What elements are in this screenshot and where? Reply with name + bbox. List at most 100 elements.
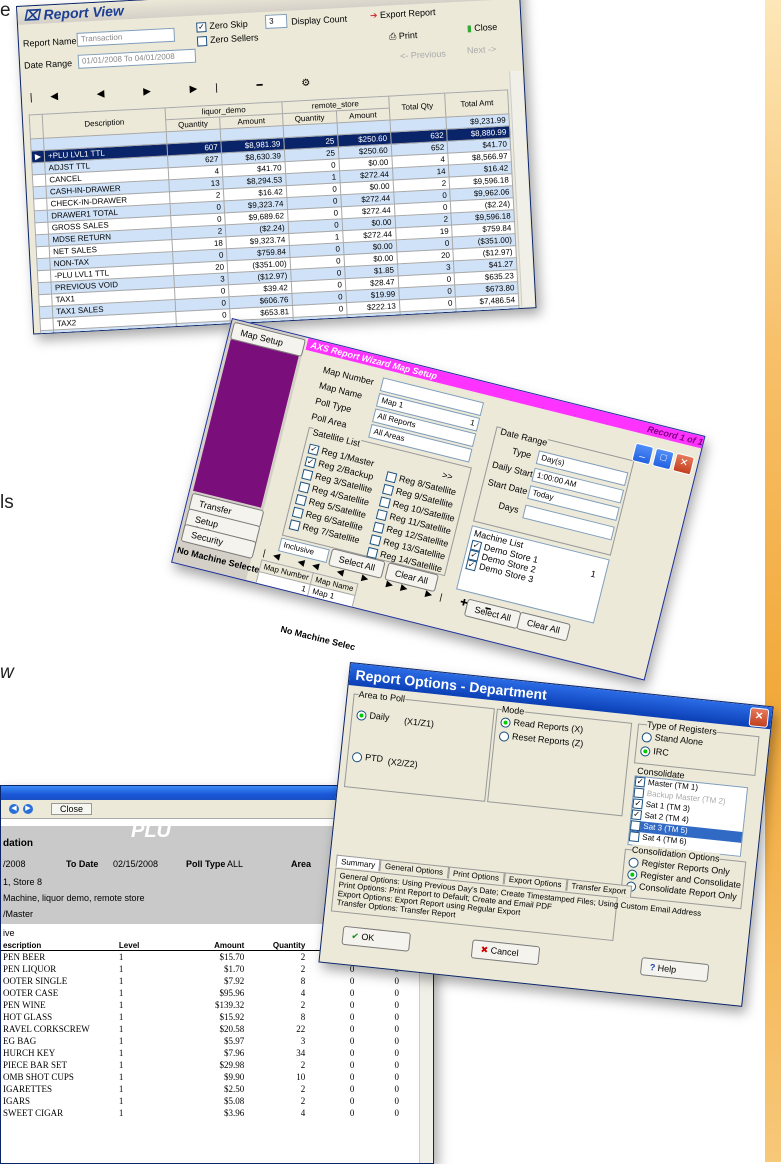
report-grid: Description liquor_demo remote_store Tot…: [28, 89, 521, 335]
row-indicator[interactable]: [30, 138, 45, 151]
next-page-icon[interactable]: ▶: [23, 804, 33, 814]
row-indicator[interactable]: [33, 198, 48, 211]
next-button[interactable]: Next ->: [467, 44, 497, 56]
export-report-button[interactable]: ➔ Export Report: [370, 7, 436, 21]
row-indicator[interactable]: [39, 317, 54, 331]
table-cell: 2: [300, 952, 306, 962]
table-cell: 1: [118, 1084, 124, 1094]
decorative-sidebar: [765, 0, 781, 1162]
table-row[interactable]: OMB SHOT CUPS 1 $9.90 10 0 0: [1, 1071, 401, 1083]
table-row[interactable]: IGARS 1 $5.08 2 0 0: [1, 1095, 401, 1107]
poll-type: ALL: [227, 859, 244, 869]
help-button[interactable]: ? Help: [639, 957, 710, 983]
row-indicator[interactable]: [32, 186, 47, 199]
table-cell: 4: [300, 1108, 306, 1118]
table-cell: 1: [118, 1048, 124, 1058]
report-name-field[interactable]: Transaction: [76, 27, 176, 47]
table-cell: PEN LIQUOR: [3, 964, 57, 974]
table-row[interactable]: PEN WINE 1 $139.32 2 0 0: [1, 999, 401, 1011]
table-cell: 0: [349, 1024, 355, 1034]
irc-radio[interactable]: IRC: [639, 745, 669, 759]
area-to-poll-group: Area to Poll Daily (X1/Z1) PTD (X2/Z2): [343, 689, 495, 802]
minimize-button[interactable]: _: [631, 442, 655, 466]
table-cell: 0: [394, 1012, 400, 1022]
help-label: Help: [657, 962, 677, 975]
consolidate-list[interactable]: ✓ Master (TM 1) Backup Master (TM 2) ✓ Sat 1…: [627, 775, 749, 857]
table-row[interactable]: OOTER SINGLE 1 $7.92 8 0 0: [1, 975, 401, 987]
table-row[interactable]: PIECE BAR SET 1 $29.98 2 0 0: [1, 1059, 401, 1071]
table-cell: $20.58: [219, 1024, 245, 1034]
close-dialog-button[interactable]: ✕: [748, 707, 770, 728]
table-cell: 1: [118, 1000, 124, 1010]
table-row[interactable]: IGARETTES 1 $2.50 2 0 0: [1, 1083, 401, 1095]
table-cell: 10: [296, 1072, 306, 1082]
ptd-radio[interactable]: PTD: [351, 751, 384, 765]
row-indicator[interactable]: [36, 246, 50, 259]
row-indicator[interactable]: [35, 234, 50, 247]
checkbox-box: ✓: [304, 455, 317, 468]
column-header: escription: [1, 941, 117, 951]
table-row[interactable]: SWEET CIGAR 1 $3.96 4 0 0: [1, 1107, 401, 1119]
maximize-button[interactable]: □: [651, 447, 675, 471]
table-row[interactable]: EG BAG 1 $5.97 3 0 0: [1, 1035, 401, 1047]
column-header: Level: [116, 941, 177, 951]
checkbox-box: ✓: [629, 820, 641, 832]
row-indicator[interactable]: ▶: [31, 150, 45, 163]
zero-sellers-checkbox[interactable]: Zero Sellers: [196, 32, 259, 47]
date-range-field[interactable]: 01/01/2008 To 04/01/2008: [77, 48, 197, 69]
table-row[interactable]: HURCH KEY 1 $7.96 34 0 0: [1, 1047, 401, 1059]
table-row[interactable]: RAVEL CORKSCREW 1 $20.58 22 0 0: [1, 1023, 401, 1035]
table-cell: 8: [300, 1012, 306, 1022]
table-cell: 0: [349, 1084, 355, 1094]
print-button[interactable]: ⎙ Print: [389, 30, 418, 42]
row-indicator[interactable]: [38, 294, 53, 307]
row-indicator[interactable]: [37, 270, 52, 283]
close-window-button[interactable]: ✕: [672, 452, 696, 476]
grid-cell: 0: [176, 320, 232, 335]
row-indicator[interactable]: [32, 174, 47, 187]
cancel-button[interactable]: ✖ Cancel: [470, 939, 541, 966]
table-cell: 2: [300, 1000, 306, 1010]
row-indicator[interactable]: [39, 306, 54, 319]
to-date-label: To Date: [66, 859, 99, 869]
close-button[interactable]: Close: [51, 803, 93, 815]
row-indicator[interactable]: [34, 222, 49, 235]
row-indicator[interactable]: [40, 329, 55, 335]
app-icon: ⌧: [23, 6, 44, 24]
table-cell: PEN BEER: [3, 952, 46, 962]
checkbox-box: [298, 481, 311, 494]
more-button[interactable]: >>: [441, 470, 454, 482]
table-cell: 8: [300, 976, 306, 986]
checkbox-box: [295, 493, 308, 506]
previous-page-icon[interactable]: ◀: [9, 804, 19, 814]
checkbox-box: ✓: [631, 809, 643, 821]
table-cell: $3.96: [224, 1108, 245, 1118]
table-row[interactable]: HOT GLASS 1 $15.92 8 0 0: [1, 1011, 401, 1023]
type-label: Type: [511, 445, 533, 461]
table-cell: 22: [296, 1024, 306, 1034]
display-count-label: Display Count: [290, 13, 348, 27]
ok-button[interactable]: ✔ OK: [341, 925, 412, 952]
close-button[interactable]: ▮ Close: [467, 22, 498, 35]
ok-label: OK: [360, 931, 375, 944]
row-indicator[interactable]: [36, 258, 51, 271]
master-line: /Master: [3, 909, 34, 919]
to-date: 02/15/2008: [113, 859, 159, 869]
row-indicator[interactable]: [38, 282, 52, 295]
table-cell: OMB SHOT CUPS: [3, 1072, 74, 1082]
daily-radio[interactable]: Daily: [356, 709, 390, 723]
row-indicator[interactable]: [34, 210, 49, 223]
table-cell: $1.70: [224, 964, 245, 974]
consolidation-options-group: Consolidation Options Register Reports O…: [619, 844, 747, 910]
table-row[interactable]: OOTER CASE 1 $95.96 4 0 0: [1, 987, 401, 999]
navigation-bar[interactable]: |◀ ◀ ▶ ▶| ━ ⚙: [30, 77, 329, 104]
zero-skip-checkbox[interactable]: ✓ Zero Skip: [196, 19, 248, 33]
table-cell: 1: [118, 1108, 124, 1118]
checkbox-box: [372, 521, 385, 534]
previous-button[interactable]: <- Previous: [400, 49, 446, 61]
machines-line: Machine, liquor demo, remote store: [3, 893, 145, 903]
export-icon: ➔: [369, 9, 381, 21]
display-count-field[interactable]: 3: [264, 13, 288, 29]
row-indicator[interactable]: [31, 162, 46, 175]
machine-number: 1: [589, 568, 597, 580]
